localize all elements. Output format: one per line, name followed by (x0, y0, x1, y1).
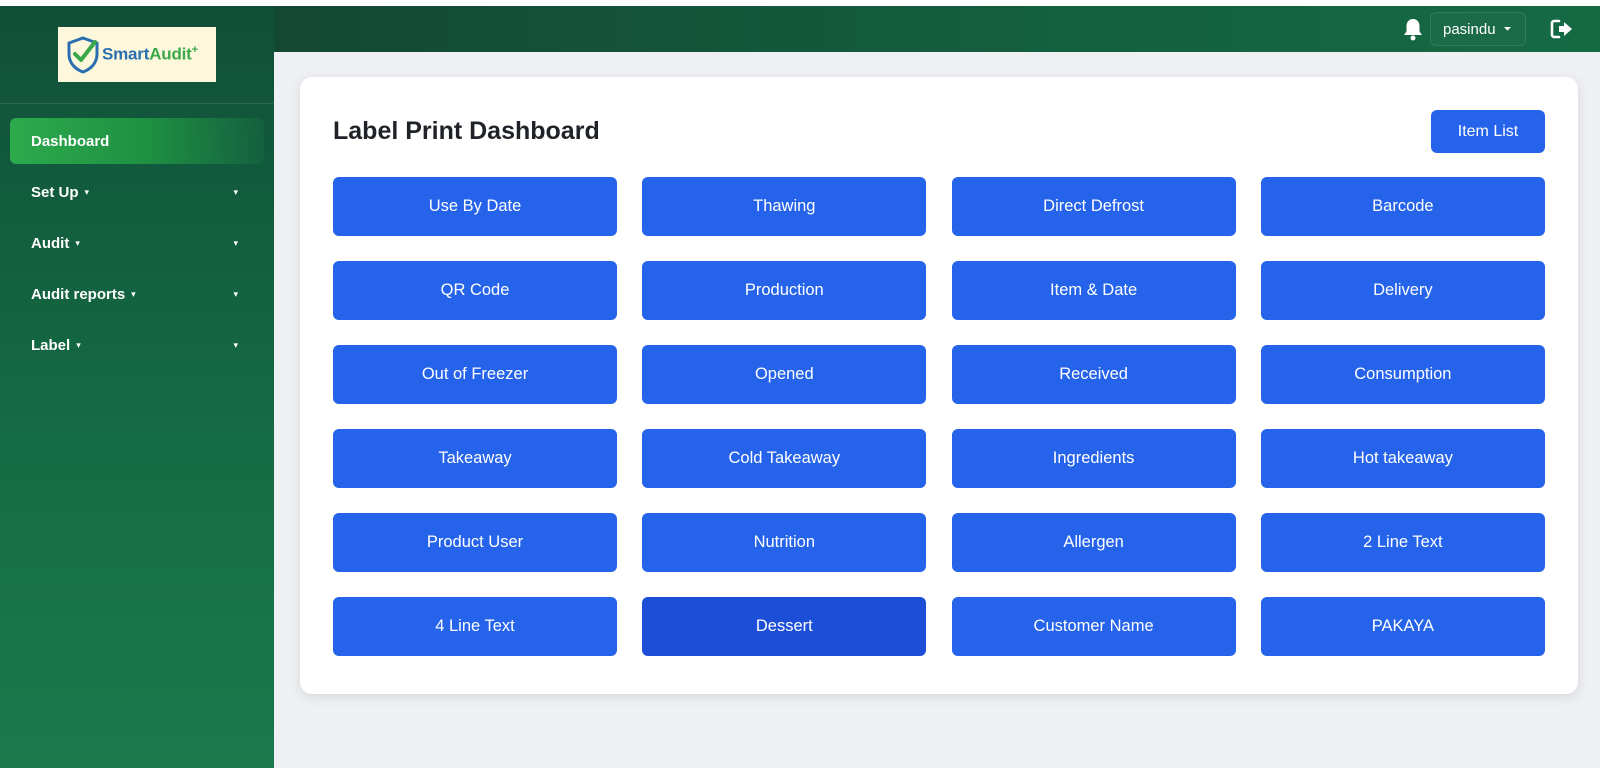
label-button-cold-takeaway[interactable]: Cold Takeaway (642, 429, 927, 488)
label-button-pakaya[interactable]: PAKAYA (1260, 597, 1545, 656)
label-button-2-line-text[interactable]: 2 Line Text (1260, 513, 1545, 572)
label-button-use-by-date[interactable]: Use By Date (333, 177, 617, 236)
caret-down-icon: ▾ (131, 288, 136, 299)
app: SmartAudit+ Dashboard Set Up ▾ ▾ Audit ▾… (0, 6, 1600, 768)
sidebar-item-label: Audit (31, 234, 70, 252)
chevron-down-icon: ⏷ (1503, 23, 1512, 35)
label-type-grid: Use By Date Thawing Direct Defrost Barco… (333, 177, 1545, 656)
caret-down-icon: ▾ (84, 186, 90, 197)
label-button-received[interactable]: Received (951, 345, 1236, 404)
label-button-delivery[interactable]: Delivery (1260, 261, 1545, 320)
label-button-hot-takeaway[interactable]: Hot takeaway (1260, 429, 1545, 488)
label-button-consumption[interactable]: Consumption (1260, 345, 1545, 404)
sidebar-item-label-menu[interactable]: Label ▾ ▾ (10, 322, 264, 368)
label-button-out-of-freezer[interactable]: Out of Freezer (333, 345, 617, 404)
label-button-customer-name[interactable]: Customer Name (951, 597, 1236, 656)
expand-caret-icon: ▾ (233, 339, 238, 350)
label-button-barcode[interactable]: Barcode (1260, 177, 1545, 236)
shield-check-icon (67, 35, 99, 74)
user-name: pasindu (1443, 20, 1496, 38)
sidebar-item-label: Label (31, 336, 71, 354)
label-button-4-line-text[interactable]: 4 Line Text (333, 597, 617, 656)
sidebar-item-label: Audit reports (31, 285, 126, 303)
caret-down-icon: ▾ (76, 339, 81, 350)
item-list-button[interactable]: Item List (1431, 110, 1545, 153)
label-button-allergen[interactable]: Allergen (951, 513, 1236, 572)
expand-caret-icon: ▾ (233, 237, 238, 248)
sidebar-nav: Dashboard Set Up ▾ ▾ Audit ▾ ▾ Audit rep… (0, 118, 274, 373)
label-button-qr-code[interactable]: QR Code (333, 261, 617, 320)
sidebar-item-audit-reports[interactable]: Audit reports ▾ ▾ (10, 271, 264, 317)
expand-caret-icon: ▾ (233, 288, 238, 299)
label-button-production[interactable]: Production (642, 261, 927, 320)
label-button-product-user[interactable]: Product User (333, 513, 617, 572)
topbar: pasindu ⏷ (274, 6, 1600, 52)
sidebar-item-set-up[interactable]: Set Up ▾ ▾ (10, 169, 264, 215)
sidebar-item-audit[interactable]: Audit ▾ ▾ (10, 220, 264, 266)
sidebar-item-label: Set Up (31, 183, 79, 201)
label-button-ingredients[interactable]: Ingredients (951, 429, 1236, 488)
smartaudit-logo[interactable]: SmartAudit+ (58, 27, 216, 82)
label-button-nutrition[interactable]: Nutrition (642, 513, 927, 572)
label-button-takeaway[interactable]: Takeaway (333, 429, 617, 488)
logo-wordmark: SmartAudit+ (102, 44, 198, 64)
sidebar-item-dashboard[interactable]: Dashboard (10, 118, 264, 164)
expand-caret-icon: ▾ (233, 186, 238, 197)
label-button-dessert[interactable]: Dessert (642, 597, 927, 656)
user-menu-button[interactable]: pasindu ⏷ (1430, 12, 1526, 46)
bell-icon[interactable] (1402, 17, 1424, 41)
label-button-item-and-date[interactable]: Item & Date (951, 261, 1236, 320)
sidebar: SmartAudit+ Dashboard Set Up ▾ ▾ Audit ▾… (0, 6, 274, 768)
page-title: Label Print Dashboard (333, 117, 600, 145)
logout-icon[interactable] (1550, 18, 1574, 40)
label-button-opened[interactable]: Opened (642, 345, 927, 404)
sidebar-item-label: Dashboard (31, 132, 110, 150)
label-button-thawing[interactable]: Thawing (642, 177, 927, 236)
label-button-direct-defrost[interactable]: Direct Defrost (951, 177, 1236, 236)
caret-down-icon: ▾ (75, 237, 80, 248)
label-print-dashboard-card: Label Print Dashboard Item List Use By D… (300, 77, 1578, 694)
logo-area: SmartAudit+ (0, 6, 274, 104)
